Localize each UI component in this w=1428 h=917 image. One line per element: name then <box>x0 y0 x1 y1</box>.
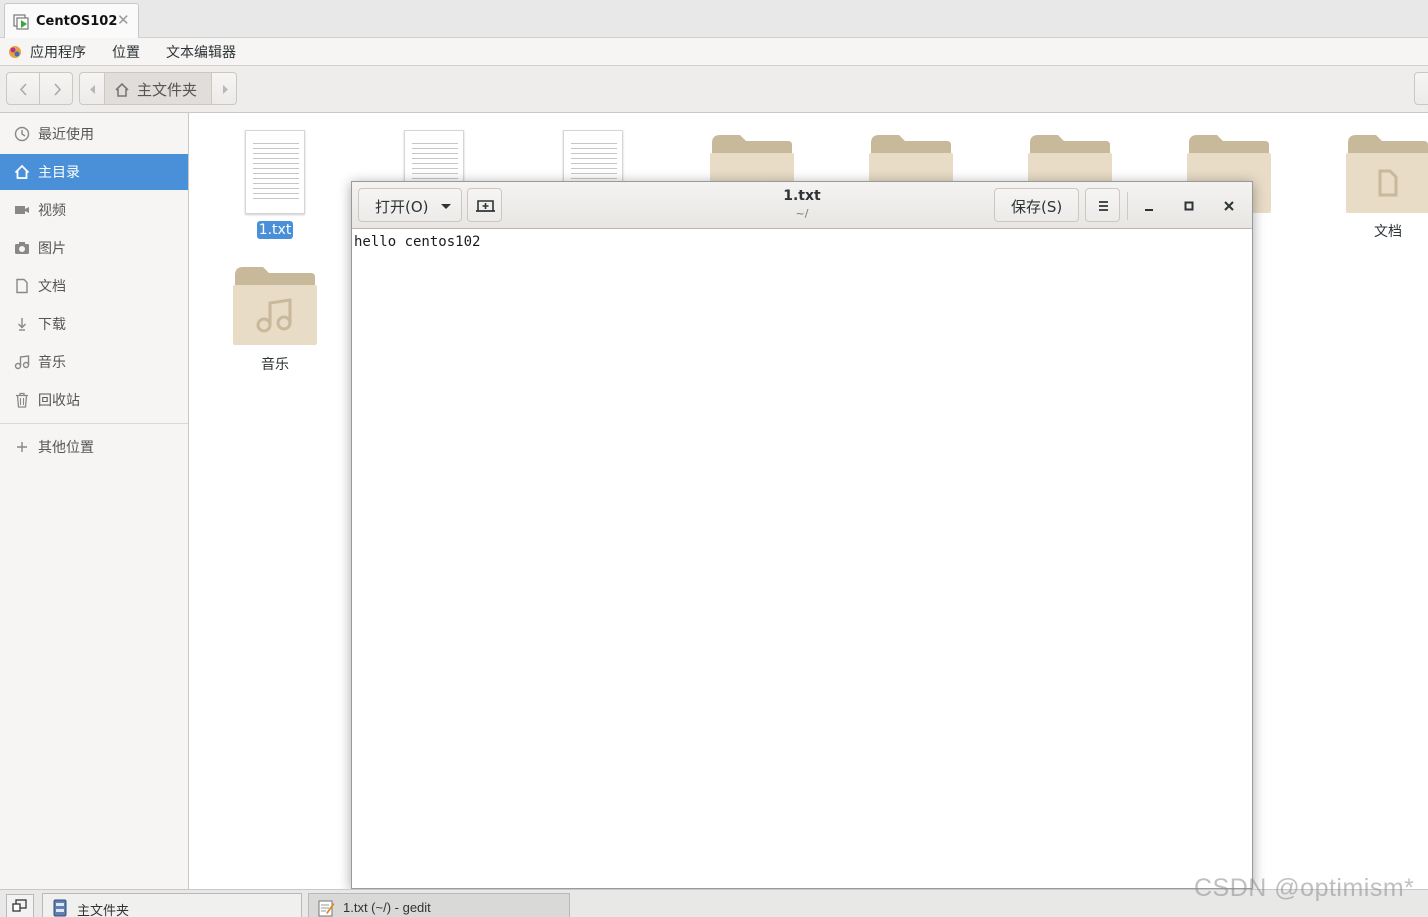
folder-item-documents[interactable]: 文档 <box>1328 133 1428 248</box>
menu-text-editor[interactable]: 文本编辑器 <box>166 42 236 62</box>
taskbar-item-label: 主文件夹 <box>77 903 130 917</box>
path-home-button[interactable]: 主文件夹 <box>104 72 212 105</box>
show-desktop-button[interactable] <box>6 894 34 917</box>
file-name: 1.txt <box>257 221 293 239</box>
sidebar-item-videos[interactable]: 视频 <box>0 192 188 228</box>
path-scroll-right-button[interactable] <box>211 72 237 105</box>
text-editor-area[interactable]: hello centos102 <box>354 234 480 250</box>
music-folder-icon <box>233 267 317 345</box>
hamburger-icon <box>1099 201 1108 211</box>
document-icon <box>16 278 28 294</box>
hamburger-menu-button[interactable] <box>1085 188 1120 222</box>
close-icon[interactable] <box>1217 194 1241 218</box>
chevron-left-icon <box>19 83 27 96</box>
sidebar-item-music[interactable]: 音乐 <box>0 344 188 380</box>
sidebar-item-label: 其他位置 <box>38 440 94 456</box>
file-item[interactable] <box>534 128 654 214</box>
home-icon <box>14 164 30 179</box>
gedit-header-bar: 打开(O) 1.txt ~/ 保存(S) <box>352 182 1252 229</box>
sidebar-item-label: 音乐 <box>38 355 66 371</box>
sidebar-item-pictures[interactable]: 图片 <box>0 230 188 266</box>
trash-icon <box>16 392 28 408</box>
home-icon <box>115 82 129 97</box>
new-document-button[interactable] <box>467 188 502 222</box>
file-item[interactable] <box>375 128 495 214</box>
menu-applications[interactable]: 应用程序 <box>30 42 86 62</box>
clock-icon <box>14 126 30 142</box>
taskbar-item-files[interactable]: 主文件夹 <box>42 893 302 917</box>
caret-right-icon <box>223 85 228 94</box>
taskbar-item-label: 1.txt (~/) - gedit <box>343 900 431 915</box>
sidebar-item-documents[interactable]: 文档 <box>0 268 188 304</box>
music-icon <box>14 355 30 370</box>
camera-icon <box>15 242 29 254</box>
open-button-label: 打开(O) <box>375 198 429 216</box>
caret-left-icon <box>90 85 95 94</box>
folder-item-music[interactable]: 音乐 <box>215 265 335 380</box>
top-menubar: 应用程序 位置 文本编辑器 <box>0 38 1428 66</box>
sidebar-item-recent[interactable]: 最近使用 <box>0 116 188 152</box>
sidebar-item-home[interactable]: 主目录 <box>0 154 188 190</box>
sidebar-item-label: 文档 <box>38 279 66 295</box>
file-name: 文档 <box>1374 224 1402 240</box>
sidebar-item-label: 回收站 <box>38 393 80 409</box>
open-button[interactable]: 打开(O) <box>358 188 462 222</box>
path-home-label: 主文件夹 <box>137 81 198 99</box>
forward-button[interactable] <box>39 72 73 105</box>
watermark: CSDN @optimism* <box>1194 874 1415 902</box>
vm-tab-close-icon[interactable]: ✕ <box>117 11 130 29</box>
sidebar-item-label: 图片 <box>38 241 66 257</box>
sidebar-item-label: 主目录 <box>38 165 80 181</box>
sidebar-item-label: 视频 <box>38 203 66 219</box>
sidebar-item-label: 最近使用 <box>38 127 94 143</box>
sidebar-item-label: 下载 <box>38 317 66 333</box>
vm-tab-label: CentOS102 <box>36 14 118 29</box>
desktop-icon <box>12 899 27 912</box>
places-sidebar: 最近使用 主目录 视频 图片 文档 下载 音乐 回收站 其他位置 <box>0 113 189 889</box>
files-header-bar: 主文件夹 <box>0 66 1428 113</box>
sidebar-item-trash[interactable]: 回收站 <box>0 382 188 418</box>
sidebar-item-downloads[interactable]: 下载 <box>0 306 188 342</box>
vm-tab[interactable]: CentOS102 ✕ <box>4 3 139 38</box>
menu-places[interactable]: 位置 <box>112 42 140 62</box>
video-icon <box>15 206 29 214</box>
plus-icon <box>17 442 27 452</box>
sidebar-item-other-locations[interactable]: 其他位置 <box>0 429 188 465</box>
search-button[interactable] <box>1414 72 1428 105</box>
file-item[interactable]: 1.txt <box>215 128 335 248</box>
maximize-icon[interactable] <box>1177 194 1201 218</box>
applications-icon <box>9 46 21 58</box>
window-title: 1.txt <box>783 188 821 204</box>
vm-tab-bar: CentOS102 ✕ <box>0 0 1428 38</box>
gedit-window: 打开(O) 1.txt ~/ 保存(S) hello centos102 <box>351 181 1253 889</box>
text-file-icon <box>245 130 305 214</box>
file-name: 音乐 <box>261 357 289 373</box>
sidebar-separator <box>0 423 188 424</box>
save-button[interactable]: 保存(S) <box>994 188 1079 222</box>
path-scroll-left-button[interactable] <box>79 72 105 105</box>
new-tab-icon <box>476 200 495 212</box>
text-editor-icon <box>318 900 335 917</box>
download-icon <box>18 318 26 331</box>
back-button[interactable] <box>6 72 40 105</box>
window-subtitle: ~/ <box>795 207 809 220</box>
chevron-down-icon <box>441 204 451 209</box>
file-manager-icon <box>53 899 67 917</box>
header-separator <box>1127 192 1128 220</box>
minimize-icon[interactable] <box>1137 194 1161 218</box>
taskbar-item-gedit[interactable]: 1.txt (~/) - gedit <box>308 893 570 917</box>
chevron-right-icon <box>54 83 62 96</box>
vm-icon <box>13 14 29 30</box>
documents-folder-icon <box>1346 135 1428 213</box>
save-button-label: 保存(S) <box>1011 198 1063 216</box>
